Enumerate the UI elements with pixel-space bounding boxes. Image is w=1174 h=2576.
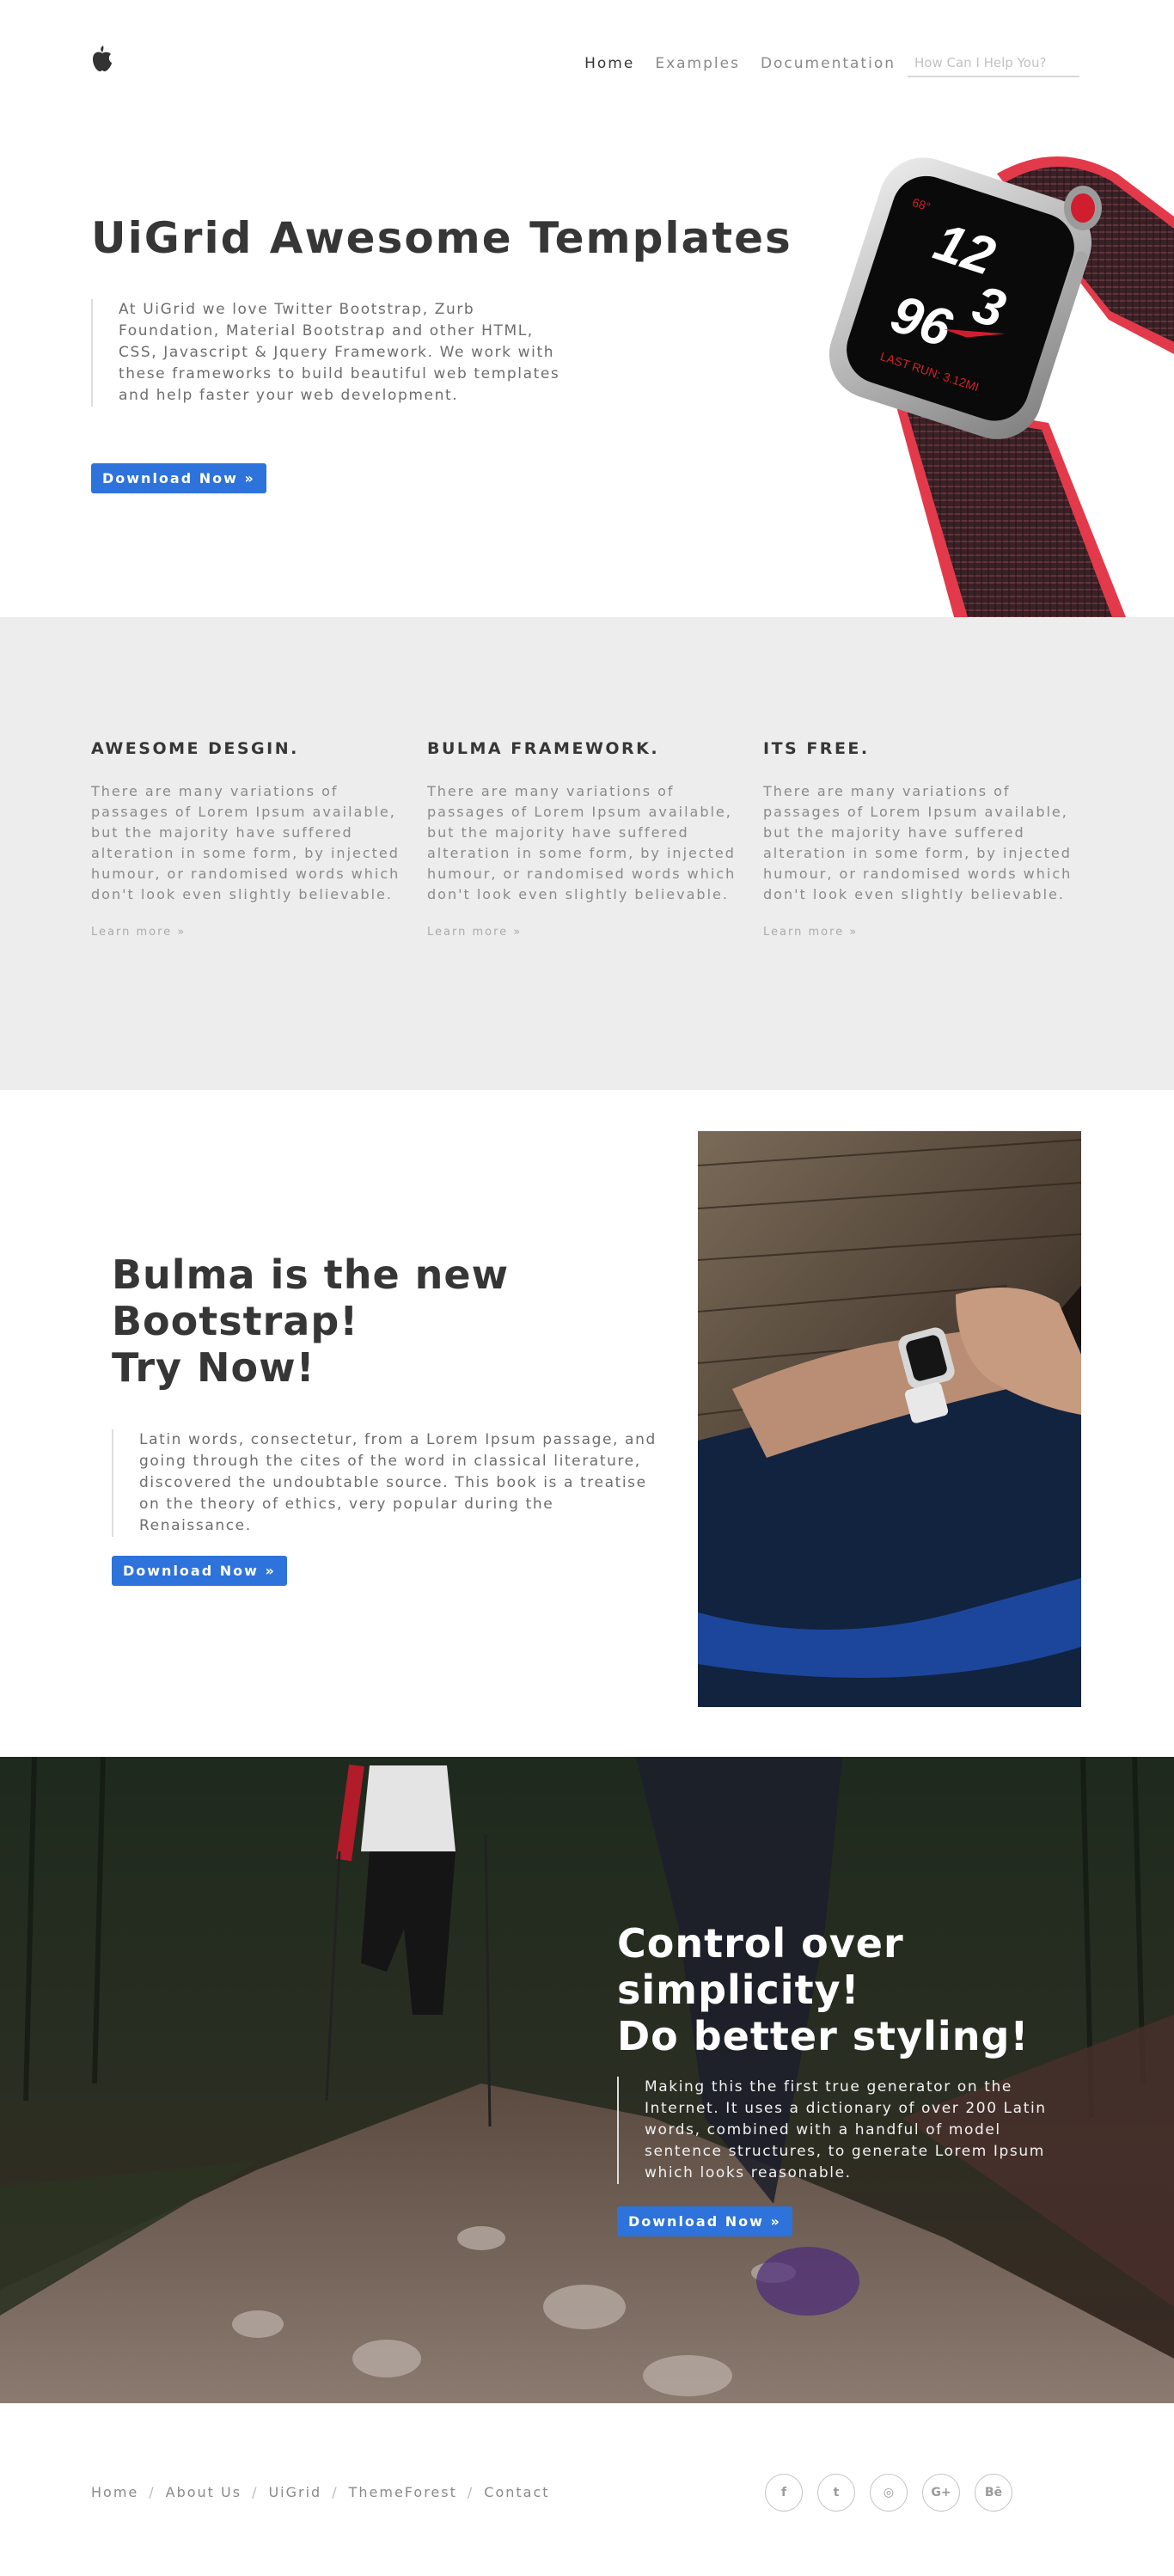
facebook-icon[interactable]: f bbox=[765, 2474, 803, 2512]
instagram-icon[interactable]: ◎ bbox=[870, 2474, 908, 2512]
hero-section: UiGrid Awesome Templates At UiGrid we lo… bbox=[0, 112, 1174, 617]
nav-link-documentation[interactable]: Documentation bbox=[761, 55, 896, 72]
hero-download-button[interactable]: Download Now » bbox=[91, 463, 266, 493]
feature-title: ITS FREE. bbox=[763, 739, 870, 758]
google-plus-icon[interactable]: G+ bbox=[922, 2474, 960, 2512]
feature-title: BULMA FRAMEWORK. bbox=[427, 739, 660, 758]
feature-card: BULMA FRAMEWORK. There are many variatio… bbox=[427, 739, 754, 939]
top-navbar: Home Examples Documentation bbox=[0, 0, 1174, 112]
separator: / bbox=[252, 2484, 259, 2500]
feature-text: There are many variations of passages of… bbox=[91, 783, 401, 903]
bulma-title-line: Try Now! bbox=[112, 1344, 315, 1391]
feature-text: There are many variations of passages of… bbox=[427, 783, 737, 903]
hike-title-line: Control over bbox=[617, 1920, 904, 1967]
learn-more-link[interactable]: Learn more » bbox=[763, 926, 858, 939]
feature-card: AWESOME DESGIN. There are many variation… bbox=[91, 739, 418, 939]
bulma-title-line: Bootstrap! bbox=[112, 1298, 359, 1344]
bulma-section: Bulma is the new Bootstrap! Try Now! Lat… bbox=[0, 1090, 1174, 1757]
separator: / bbox=[332, 2484, 339, 2500]
features-section: AWESOME DESGIN. There are many variation… bbox=[0, 617, 1174, 1090]
footer-link-about[interactable]: About Us bbox=[166, 2484, 242, 2500]
separator: / bbox=[467, 2484, 474, 2500]
footer-link-themeforest[interactable]: ThemeForest bbox=[349, 2484, 457, 2500]
footer: Home / About Us / UiGrid / ThemeForest /… bbox=[0, 2403, 1174, 2575]
footer-links: Home / About Us / UiGrid / ThemeForest /… bbox=[91, 2484, 550, 2500]
bulma-description: Latin words, consectetur, from a Lorem I… bbox=[112, 1429, 662, 1537]
hero-title: UiGrid Awesome Templates bbox=[91, 213, 792, 263]
behance-icon[interactable]: Bē bbox=[975, 2474, 1012, 2512]
learn-more-link[interactable]: Learn more » bbox=[427, 926, 522, 939]
nav-link-examples[interactable]: Examples bbox=[655, 55, 740, 72]
apple-logo-icon[interactable] bbox=[91, 45, 113, 72]
footer-link-uigrid[interactable]: UiGrid bbox=[268, 2484, 321, 2500]
nav-link-home[interactable]: Home bbox=[584, 55, 634, 72]
bulma-title: Bulma is the new Bootstrap! Try Now! bbox=[112, 1251, 509, 1391]
bulma-title-line: Bulma is the new bbox=[112, 1251, 510, 1298]
hero-description: At UiGrid we love Twitter Bootstrap, Zur… bbox=[91, 299, 572, 407]
bulma-download-button[interactable]: Download Now » bbox=[112, 1556, 287, 1586]
hike-description: Making this the first true generator on … bbox=[617, 2077, 1064, 2184]
main-menu: Home Examples Documentation bbox=[564, 50, 1079, 77]
hike-title-line: simplicity! bbox=[617, 1967, 860, 2013]
wrist-watch-photo bbox=[698, 1131, 1081, 1707]
smartwatch-image: 68° 12 3 96 LAST RUN: 3.12MI bbox=[829, 156, 1174, 617]
hike-download-button[interactable]: Download Now » bbox=[617, 2206, 792, 2236]
footer-link-contact[interactable]: Contact bbox=[484, 2484, 549, 2500]
hike-title: Control over simplicity! Do better styli… bbox=[617, 1920, 1029, 2059]
search-input[interactable] bbox=[908, 50, 1079, 77]
learn-more-link[interactable]: Learn more » bbox=[91, 926, 186, 939]
footer-link-home[interactable]: Home bbox=[91, 2484, 138, 2500]
hike-title-line: Do better styling! bbox=[617, 2013, 1030, 2059]
social-links: f t ◎ G+ Bē bbox=[765, 2474, 1027, 2512]
twitter-icon[interactable]: t bbox=[817, 2474, 855, 2512]
hike-section: Control over simplicity! Do better styli… bbox=[0, 1757, 1174, 2403]
feature-card: ITS FREE. There are many variations of p… bbox=[763, 739, 1090, 939]
feature-text: There are many variations of passages of… bbox=[763, 783, 1073, 903]
separator: / bbox=[149, 2484, 156, 2500]
feature-title: AWESOME DESGIN. bbox=[91, 739, 299, 758]
